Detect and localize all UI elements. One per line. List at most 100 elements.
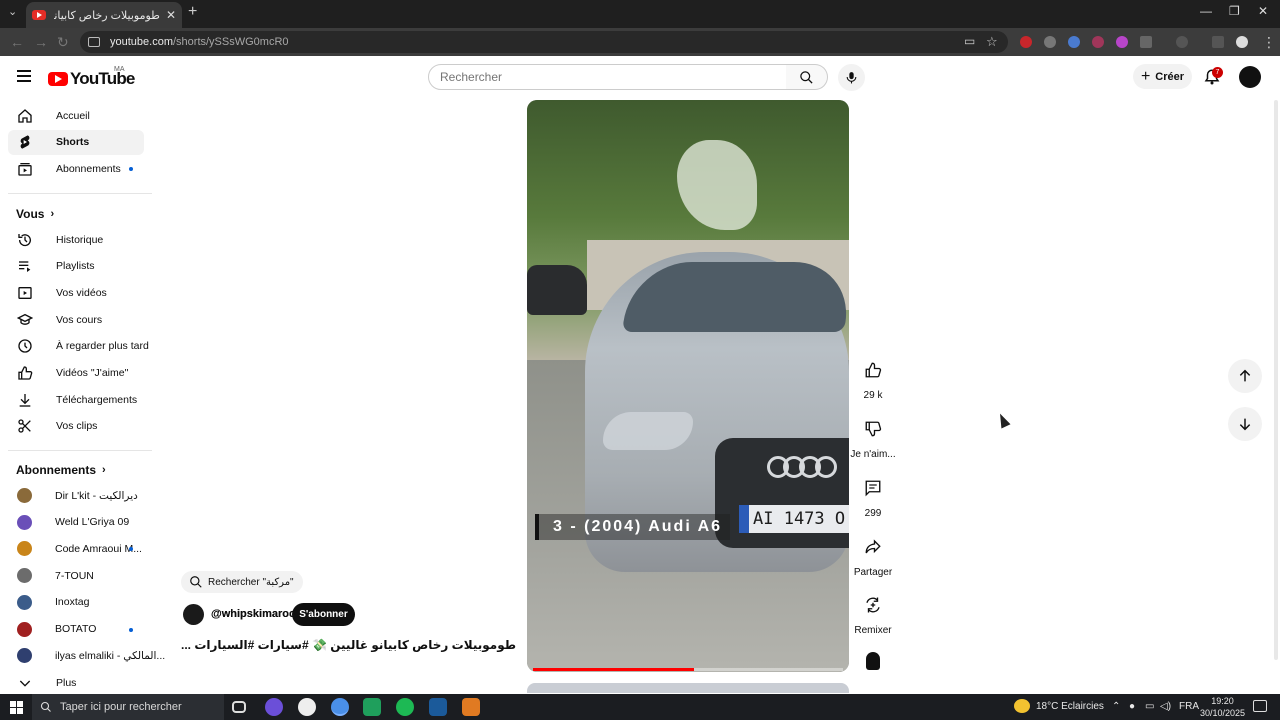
subscriptions-icon: [18, 162, 32, 176]
sidebar-item-label: Abonnements: [56, 162, 121, 175]
keyboard-language[interactable]: FRA: [1179, 701, 1199, 712]
extension-icon[interactable]: [1116, 36, 1128, 48]
taskbar-search-box[interactable]: Taper ici pour rechercher: [32, 694, 224, 720]
reload-icon[interactable]: ↻: [57, 34, 69, 51]
extensions-puzzle-icon[interactable]: [1140, 36, 1152, 48]
browser-menu-icon[interactable]: ⋮: [1262, 34, 1276, 51]
voice-search-button[interactable]: [838, 64, 865, 91]
app-taskbar-icon[interactable]: [363, 698, 381, 716]
like-button[interactable]: 29 k: [843, 355, 903, 401]
sidebar-item-liked[interactable]: Vidéos "J'aime": [8, 361, 144, 386]
app-taskbar-icon[interactable]: [462, 698, 480, 716]
search-button[interactable]: [786, 64, 828, 90]
tab-close-icon[interactable]: ✕: [166, 8, 176, 22]
sidebar-item-clips[interactable]: Vos clips: [8, 414, 144, 439]
network-tray-icon[interactable]: ▭: [1145, 701, 1154, 712]
notification-center-icon[interactable]: [1253, 700, 1267, 712]
chevron-right-icon: ›: [102, 464, 106, 476]
browser-tab[interactable]: طوموبيلات رخاص كابيانو (7) ✕: [26, 2, 182, 28]
sidebar-item-subscription-2[interactable]: Weld L'Griya 09: [8, 510, 144, 535]
previous-short-button[interactable]: [1228, 359, 1262, 393]
account-avatar[interactable]: [1239, 66, 1261, 88]
volume-tray-icon[interactable]: ◁): [1160, 701, 1171, 712]
extension-icon[interactable]: [1020, 36, 1032, 48]
tab-list-chevron-icon[interactable]: ⌄: [8, 5, 17, 18]
sidebar-item-more[interactable]: Plus: [8, 670, 144, 695]
sidebar-item-courses[interactable]: Vos cours: [8, 307, 144, 332]
windows-start-icon[interactable]: [10, 701, 23, 714]
new-tab-button[interactable]: +: [188, 3, 197, 21]
tray-chevron-up-icon[interactable]: ⌃: [1112, 701, 1120, 712]
sidebar-item-home[interactable]: Accueil: [8, 103, 144, 128]
sidebar-item-subscription-5[interactable]: Inoxtag: [8, 590, 144, 615]
youtube-logo[interactable]: YouTube MA: [48, 66, 135, 89]
notification-count-badge: 7: [1212, 67, 1223, 78]
sidebar-heading-subscriptions[interactable]: Abonnements ›: [16, 463, 106, 477]
share-button[interactable]: Partager: [843, 532, 903, 578]
create-button[interactable]: + Créer: [1133, 64, 1192, 89]
spotify-taskbar-icon[interactable]: [396, 698, 414, 716]
sidebar-item-subscription-6[interactable]: BOTATO: [8, 617, 144, 642]
channel-name[interactable]: @whipskimaroc: [211, 608, 295, 620]
menu-icon[interactable]: [17, 70, 31, 82]
sidebar-item-downloads[interactable]: Téléchargements: [8, 387, 144, 412]
microphone-tray-icon[interactable]: ●: [1129, 701, 1135, 712]
history-toolbar-icon[interactable]: [1176, 36, 1188, 48]
sidebar-item-your-videos[interactable]: Vos vidéos: [8, 280, 144, 305]
courses-icon: [17, 313, 33, 325]
forward-icon[interactable]: →: [34, 34, 48, 50]
steam-taskbar-icon[interactable]: [429, 698, 447, 716]
extension-icon[interactable]: [1092, 36, 1104, 48]
video-title[interactable]: ... طوموبيلات رخاص كابيانو غاليين 💸 #سيا…: [181, 638, 516, 652]
reading-list-icon[interactable]: [1212, 36, 1224, 48]
sidebar-item-watch-later[interactable]: À regarder plus tard: [8, 334, 149, 359]
remix-button[interactable]: Remixer: [843, 590, 903, 636]
window-close-icon[interactable]: ✕: [1258, 4, 1268, 18]
sidebar-item-subscription-7[interactable]: ilyas elmaliki - المالكي...: [8, 643, 165, 668]
search-suggestion-chip[interactable]: Rechercher "مركبة": [181, 571, 303, 593]
address-bar[interactable]: youtube.com/shorts/ySSsWG0mcR0: [80, 31, 1008, 53]
sidebar-divider: [8, 450, 152, 451]
weather-icon[interactable]: [1014, 699, 1030, 713]
bookmark-star-icon[interactable]: ☆: [986, 34, 998, 50]
minimize-icon[interactable]: —: [1200, 4, 1212, 18]
restore-icon[interactable]: ❐: [1229, 4, 1240, 18]
site-info-icon[interactable]: [88, 37, 100, 47]
video-progress-bar[interactable]: [533, 668, 843, 671]
search-input[interactable]: [428, 64, 787, 90]
app-taskbar-icon[interactable]: [298, 698, 316, 716]
back-icon[interactable]: ←: [10, 34, 24, 50]
plus-icon: +: [1140, 67, 1151, 85]
sidebar-item-label: Accueil: [56, 109, 90, 122]
shorts-video-player[interactable]: AI 1473 O 3 - (2004) Audi A6: [527, 100, 849, 672]
sound-source-avatar[interactable]: [860, 648, 886, 674]
comments-button[interactable]: 299: [843, 473, 903, 519]
sidebar-item-history[interactable]: Historique: [8, 227, 144, 252]
discord-taskbar-icon[interactable]: [265, 698, 283, 716]
sidebar-item-subscriptions[interactable]: Abonnements: [8, 156, 144, 181]
sidebar-item-subscription-1[interactable]: Dir L'kit - ديرالكيت: [8, 483, 144, 508]
dislike-button[interactable]: Je n'aim...: [843, 414, 903, 460]
chrome-taskbar-icon[interactable]: [331, 698, 349, 716]
next-short-button[interactable]: [1228, 407, 1262, 441]
task-view-icon[interactable]: [232, 701, 246, 713]
watch-later-icon: [18, 339, 32, 353]
sidebar-item-playlists[interactable]: Playlists: [8, 254, 144, 279]
install-app-icon[interactable]: ▭: [964, 34, 975, 48]
extension-icon[interactable]: [1044, 36, 1056, 48]
sidebar-item-shorts[interactable]: Shorts: [8, 129, 144, 155]
downloads-icon: [19, 393, 31, 407]
weather-text[interactable]: 18°C Eclaircies: [1036, 701, 1104, 712]
sidebar-item-subscription-4[interactable]: 7-TOUN: [8, 563, 144, 588]
next-short-preview[interactable]: [527, 683, 849, 693]
channel-avatar[interactable]: [183, 604, 204, 625]
subscribe-button[interactable]: S'abonner: [292, 603, 355, 626]
sidebar-item-subscription-3[interactable]: Code Amraoui M...: [8, 536, 144, 561]
page-scrollbar[interactable]: [1274, 100, 1278, 660]
mouse-cursor-icon: [995, 411, 1011, 429]
profile-icon[interactable]: [1236, 36, 1248, 48]
taskbar-clock[interactable]: 19:20 30/10/2025: [1200, 695, 1245, 719]
sidebar-heading-you[interactable]: Vous ›: [16, 207, 54, 221]
extension-icon[interactable]: [1068, 36, 1080, 48]
liked-icon: [18, 366, 33, 380]
